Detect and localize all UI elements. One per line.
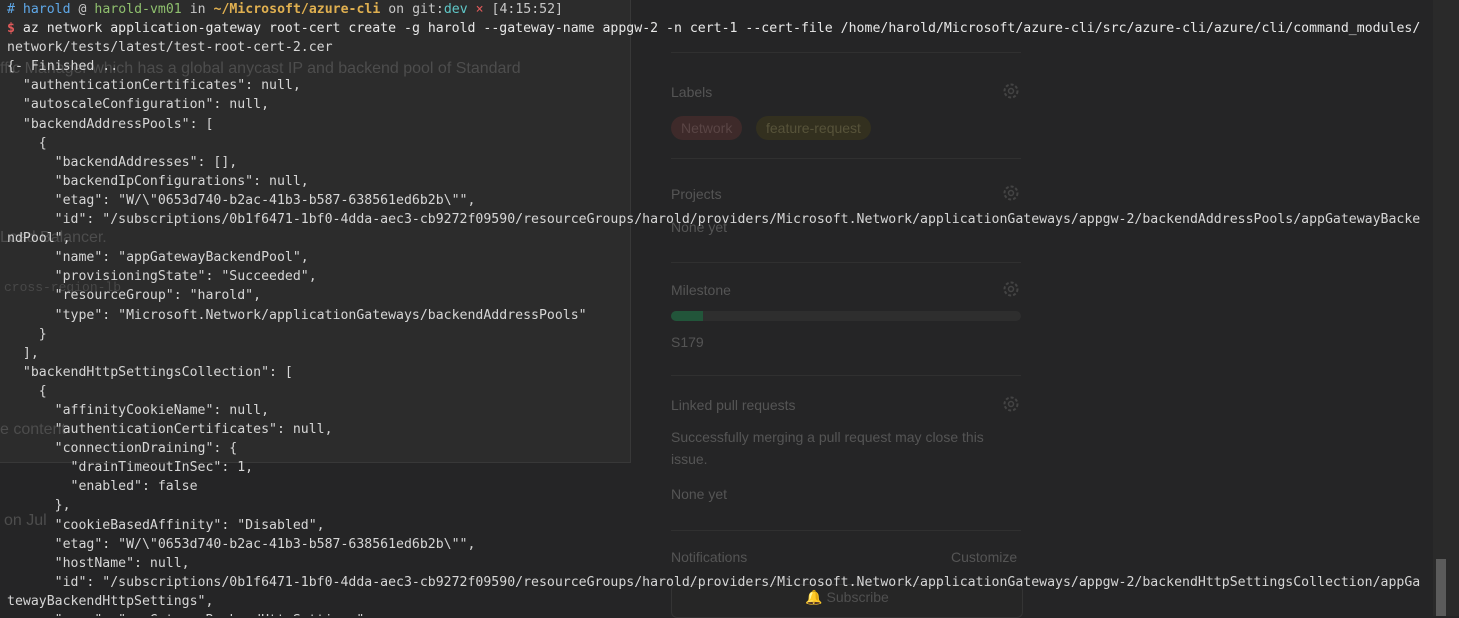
output-line: "authenticationCertificates": null, [7, 78, 301, 94]
output-line: "backendAddressPools": [ [7, 116, 214, 132]
terminal-scrollbar[interactable] [1433, 0, 1459, 616]
command-line-wrap: network/tests/latest/test-root-cert-2.ce… [7, 40, 333, 56]
output-line: { [7, 135, 47, 151]
prompt-user: harold [22, 2, 71, 17]
prompt-in: in [189, 2, 206, 17]
prompt-path: ~/Microsoft/azure-cli [213, 2, 381, 17]
output-line: "enabled": false [7, 479, 198, 495]
prompt-hash: # [7, 2, 15, 17]
terminal-scrollbar-thumb[interactable] [1436, 559, 1446, 616]
output-line: "hostName": null, [7, 555, 190, 571]
command-line: $ az network application-gateway root-ce… [0, 19, 1433, 38]
command-text: az network application-gateway root-cert… [22, 21, 1421, 37]
output-line: { [7, 383, 47, 399]
output-line: "resourceGroup": "harold", [7, 288, 262, 304]
output-line: "backendIpConfigurations": null, [7, 173, 309, 189]
output-line: "etag": "W/\"0653d740-b2ac-41b3-b587-638… [7, 536, 476, 552]
output-line: {- Finished .. [7, 59, 119, 75]
output-line: } [7, 326, 47, 342]
output-line: "cookieBasedAffinity": "Disabled", [7, 517, 325, 533]
prompt-on: on [388, 2, 405, 17]
output-line: "affinityCookieName": null, [7, 402, 270, 418]
prompt-at: @ [78, 2, 87, 17]
output-line: "authenticationCertificates": null, [7, 422, 333, 438]
output-line: "backendAddresses": [], [7, 154, 238, 170]
output-line: tewayBackendHttpSettings", [7, 593, 214, 609]
terminal-output: {- Finished .. "authenticationCertificat… [0, 57, 1433, 616]
output-line: "autoscaleConfiguration": null, [7, 97, 270, 113]
output-line: "name": "appGatewayBackendPool", [7, 250, 309, 266]
output-line: "provisioningState": "Succeeded", [7, 269, 317, 285]
output-line: "etag": "W/\"0653d740-b2ac-41b3-b587-638… [7, 192, 476, 208]
output-line: "type": "Microsoft.Network/applicationGa… [7, 307, 587, 323]
output-line: "connectionDraining": { [7, 441, 238, 457]
output-line: ], [7, 345, 39, 361]
output-line: "drainTimeoutInSec": 1, [7, 460, 254, 476]
prompt-git: git: [412, 2, 444, 17]
output-line: "id": "/subscriptions/0b1f6471-1bf0-4dda… [7, 212, 1421, 228]
output-line: "name": "appGatewayBackendHttpSettings", [0, 611, 1433, 616]
output-line: ndPool", [7, 231, 71, 247]
prompt-dirty-marker: × [475, 2, 484, 17]
prompt-dollar: $ [7, 21, 15, 37]
prompt-branch: dev [443, 2, 468, 17]
output-line: }, [7, 498, 71, 514]
terminal-window[interactable]: # harold @ harold-vm01 in ~/Microsoft/az… [0, 0, 1433, 616]
prompt-time: [4:15:52] [491, 2, 563, 17]
output-line: "id": "/subscriptions/0b1f6471-1bf0-4dda… [7, 574, 1421, 590]
prompt-host: harold-vm01 [94, 2, 182, 17]
output-line: "backendHttpSettingsCollection": [ [7, 364, 293, 380]
prompt-line: # harold @ harold-vm01 in ~/Microsoft/az… [0, 0, 1433, 19]
